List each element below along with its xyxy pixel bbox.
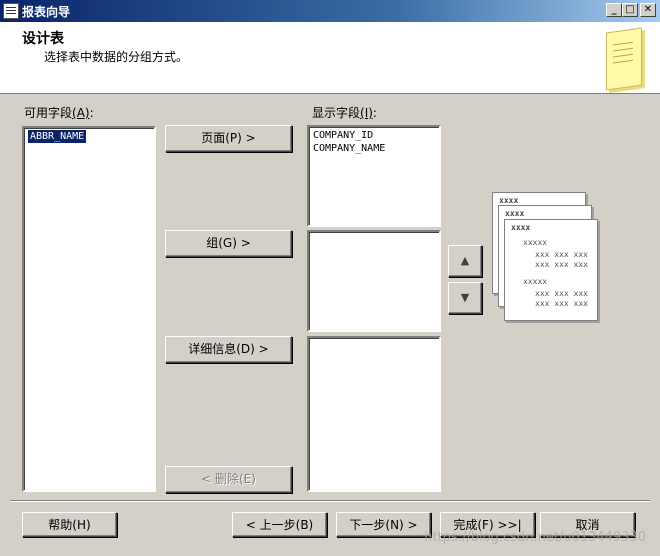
page-title: 设计表 xyxy=(22,31,64,47)
page-subtitle: 选择表中数据的分组方式。 xyxy=(44,50,189,64)
layout-preview: xxxx xxxx xxxx xxxxx xxx xxx xxx xxx xxx… xyxy=(492,192,612,332)
back-button[interactable]: < 上一步(B) xyxy=(232,512,327,537)
help-button[interactable]: 帮助(H) xyxy=(22,512,117,537)
close-button[interactable]: ✕ xyxy=(640,3,656,17)
report-wizard-icon xyxy=(3,3,19,19)
list-item[interactable]: COMPANY_NAME xyxy=(313,142,435,155)
next-button[interactable]: 下一步(N) > xyxy=(336,512,431,537)
group-fields-list[interactable] xyxy=(307,230,441,332)
add-to-page-button[interactable]: 页面(P) > xyxy=(165,125,292,152)
available-fields-label: 可用字段(A): xyxy=(24,106,94,120)
arrow-up-icon: ▲ xyxy=(460,254,470,267)
page-fields-list[interactable]: COMPANY_ID COMPANY_NAME xyxy=(307,125,441,227)
watermark: https://blog.csdn.net/u013449330 xyxy=(424,530,646,545)
available-fields-list[interactable]: ABBR_NAME xyxy=(22,126,156,492)
minimize-button[interactable]: _ xyxy=(606,3,622,17)
arrow-down-icon: ▼ xyxy=(460,291,470,304)
wizard-document-icon xyxy=(606,27,642,91)
footer-separator xyxy=(10,500,650,502)
preview-page: xxxx xxxxx xxx xxx xxx xxx xxx xxx xxxxx… xyxy=(504,219,598,321)
wizard-header: 设计表 选择表中数据的分组方式。 xyxy=(0,22,660,94)
add-to-details-button[interactable]: 详细信息(D) > xyxy=(165,336,292,363)
move-up-button[interactable]: ▲ xyxy=(448,245,482,277)
remove-button[interactable]: < 删除(E) xyxy=(165,466,292,493)
window-title: 报表向导 xyxy=(22,5,71,19)
add-to-group-button[interactable]: 组(G) > xyxy=(165,230,292,257)
title-bar: 报表向导 _ □ ✕ xyxy=(0,0,660,22)
maximize-button[interactable]: □ xyxy=(622,3,638,17)
details-fields-list[interactable] xyxy=(307,336,441,492)
list-item[interactable]: ABBR_NAME xyxy=(26,129,88,144)
move-down-button[interactable]: ▼ xyxy=(448,282,482,314)
displayed-fields-label: 显示字段(I): xyxy=(312,106,377,120)
list-item[interactable]: COMPANY_ID xyxy=(313,129,435,142)
